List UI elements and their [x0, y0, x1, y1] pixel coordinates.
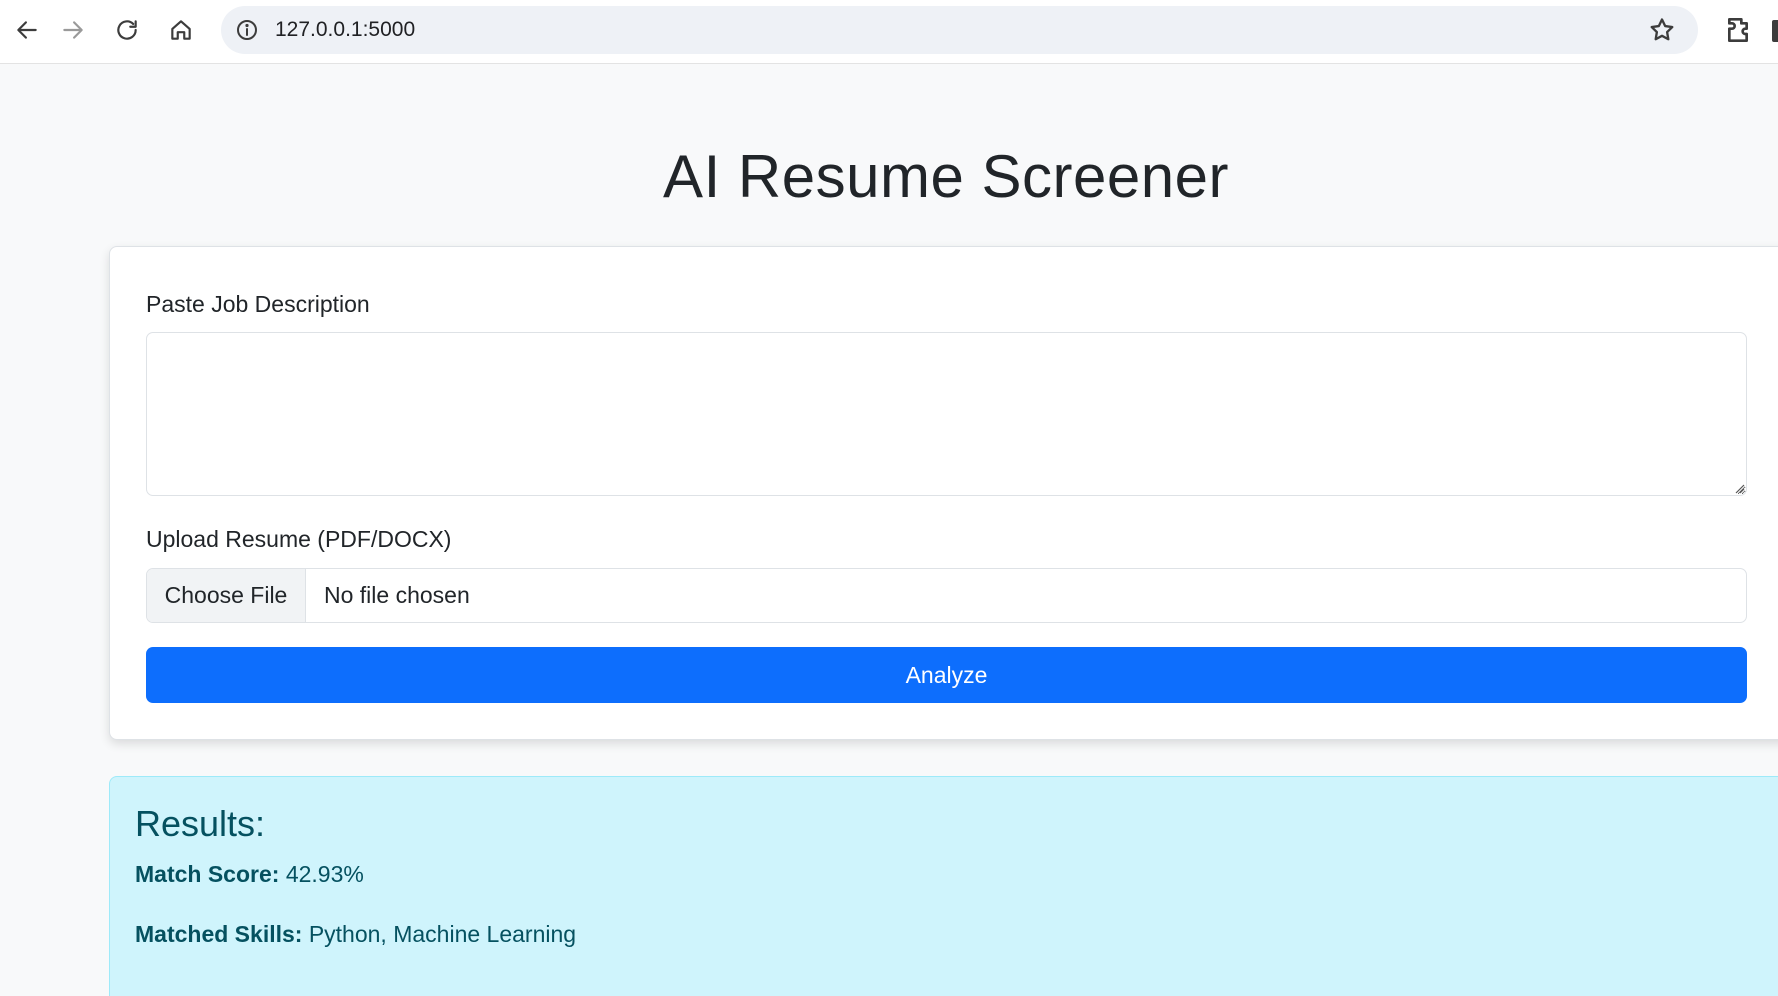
extensions-icon[interactable]: [1724, 14, 1756, 46]
upload-resume-label: Upload Resume (PDF/DOCX): [146, 526, 452, 552]
matched-skills-value: Python, Machine Learning: [308, 921, 577, 947]
bookmark-star-icon[interactable]: [1648, 16, 1676, 44]
file-status-text: No file chosen: [324, 582, 470, 608]
home-button[interactable]: [154, 3, 208, 57]
job-description-textarea[interactable]: [146, 332, 1747, 496]
resize-grip-icon[interactable]: [1733, 482, 1745, 494]
home-icon: [171, 20, 191, 40]
choose-file-button[interactable]: Choose File: [147, 569, 306, 622]
resume-file-input[interactable]: Choose File No file chosen: [146, 568, 1747, 623]
match-score-line: Match Score: 42.93%: [135, 861, 364, 888]
reload-button[interactable]: [100, 3, 154, 57]
analyze-button[interactable]: Analyze: [146, 647, 1747, 703]
url-text[interactable]: 127.0.0.1:5000: [275, 18, 415, 42]
address-bar[interactable]: 127.0.0.1:5000: [221, 6, 1698, 54]
job-description-label: Paste Job Description: [146, 291, 370, 317]
arrow-left-icon: [17, 21, 37, 39]
page-title: AI Resume Screener: [663, 143, 1229, 210]
results-panel: Results: Match Score: 42.93% Matched Ski…: [109, 776, 1778, 996]
matched-skills-line: Matched Skills: Python, Machine Learning: [135, 921, 576, 948]
results-title: Results:: [135, 803, 266, 844]
match-score-label: Match Score:: [135, 861, 280, 887]
browser-toolbar: 127.0.0.1:5000: [0, 0, 1778, 64]
reload-icon: [117, 20, 137, 40]
arrow-right-icon: [63, 21, 83, 39]
match-score-value: 42.93%: [285, 861, 364, 887]
forward-button[interactable]: [46, 3, 100, 57]
profile-edge[interactable]: [1772, 20, 1778, 42]
matched-skills-label: Matched Skills:: [135, 921, 303, 947]
site-info-icon[interactable]: [233, 16, 261, 44]
screener-form-card: Paste Job Description Upload Resume (PDF…: [109, 246, 1778, 740]
